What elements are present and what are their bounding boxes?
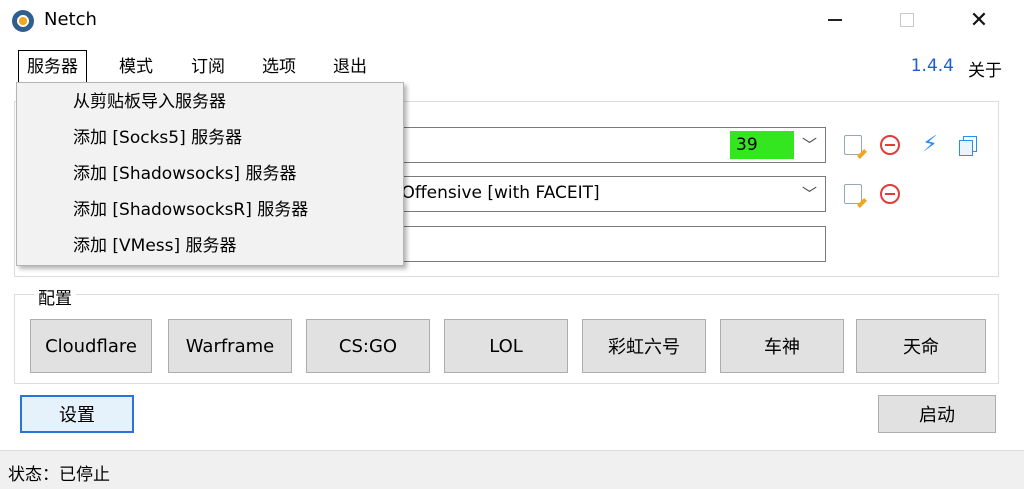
menu-bar: 服务器 模式 订阅 选项 退出 1.4.4 关于 — [0, 48, 1024, 84]
status-text: 状态：已停止 — [8, 465, 110, 485]
about-link[interactable]: 关于 — [968, 56, 1002, 81]
config-group-label: 配置 — [34, 284, 76, 309]
server-delay-badge: 39 — [730, 131, 794, 159]
config-button-csgo[interactable]: CS:GO — [306, 319, 430, 373]
menu-item-add-shadowsocks[interactable]: 添加 [Shadowsocks] 服务器 — [73, 159, 296, 189]
edit-server-button[interactable] — [841, 133, 865, 157]
remove-icon — [880, 135, 900, 155]
mode-select-value: al Offensive [with FACEIT] — [381, 183, 600, 203]
copy-icon — [959, 136, 977, 156]
edit-icon — [844, 184, 862, 204]
menu-exit[interactable]: 退出 — [325, 52, 375, 82]
menu-subscription[interactable]: 订阅 — [183, 52, 233, 82]
window-title: Netch — [44, 9, 97, 30]
close-button[interactable]: ✕ — [950, 0, 1008, 40]
start-button[interactable]: 启动 — [878, 395, 996, 433]
menu-gutter — [17, 83, 55, 265]
minimize-button[interactable] — [806, 0, 864, 40]
menu-item-import-clipboard[interactable]: 从剪贴板导入服务器 — [73, 87, 226, 117]
menu-options[interactable]: 选项 — [254, 52, 304, 82]
menu-item-add-shadowsocksr[interactable]: 添加 [ShadowsocksR] 服务器 — [73, 195, 308, 225]
menu-item-add-vmess[interactable]: 添加 [VMess] 服务器 — [73, 231, 237, 261]
server-menu-dropdown: 从剪贴板导入服务器 添加 [Socks5] 服务器 添加 [Shadowsock… — [16, 82, 404, 266]
delete-mode-button[interactable] — [878, 182, 902, 206]
chevron-down-icon: ﹀ — [801, 185, 817, 203]
mode-select[interactable]: al Offensive [with FACEIT] ﹀ — [380, 176, 826, 212]
minimize-icon — [828, 19, 842, 21]
config-button-cloudflare[interactable]: Cloudflare — [30, 319, 152, 373]
copy-link-button[interactable] — [956, 133, 980, 157]
config-button-rainbow-six[interactable]: 彩虹六号 — [582, 319, 706, 373]
config-button-destiny[interactable]: 天命 — [856, 319, 986, 373]
status-bar: 状态：已停止 — [0, 450, 1024, 489]
edit-icon — [844, 135, 862, 155]
delete-server-button[interactable] — [878, 133, 902, 157]
config-button-lol[interactable]: LOL — [444, 319, 568, 373]
remove-icon — [880, 184, 900, 204]
maximize-button[interactable] — [878, 0, 936, 40]
maximize-icon — [900, 13, 914, 27]
title-bar: Netch ✕ — [0, 0, 1024, 44]
menu-item-add-socks5[interactable]: 添加 [Socks5] 服务器 — [73, 123, 242, 153]
edit-mode-button[interactable] — [841, 182, 865, 206]
config-button-warframe[interactable]: Warframe — [168, 319, 292, 373]
chevron-down-icon: ﹀ — [801, 136, 817, 154]
config-button-car-god[interactable]: 车神 — [720, 319, 844, 373]
lightning-icon: ⚡ — [922, 132, 938, 157]
menu-server[interactable]: 服务器 — [18, 50, 87, 84]
version-link[interactable]: 1.4.4 — [911, 56, 954, 76]
menu-mode[interactable]: 模式 — [111, 52, 161, 82]
app-logo-icon — [12, 10, 34, 32]
speed-test-button[interactable]: ⚡ — [918, 133, 942, 157]
settings-button[interactable]: 设置 — [20, 395, 134, 433]
server-select[interactable]: 39 ﹀ — [380, 127, 826, 163]
remark-input[interactable] — [380, 226, 826, 262]
